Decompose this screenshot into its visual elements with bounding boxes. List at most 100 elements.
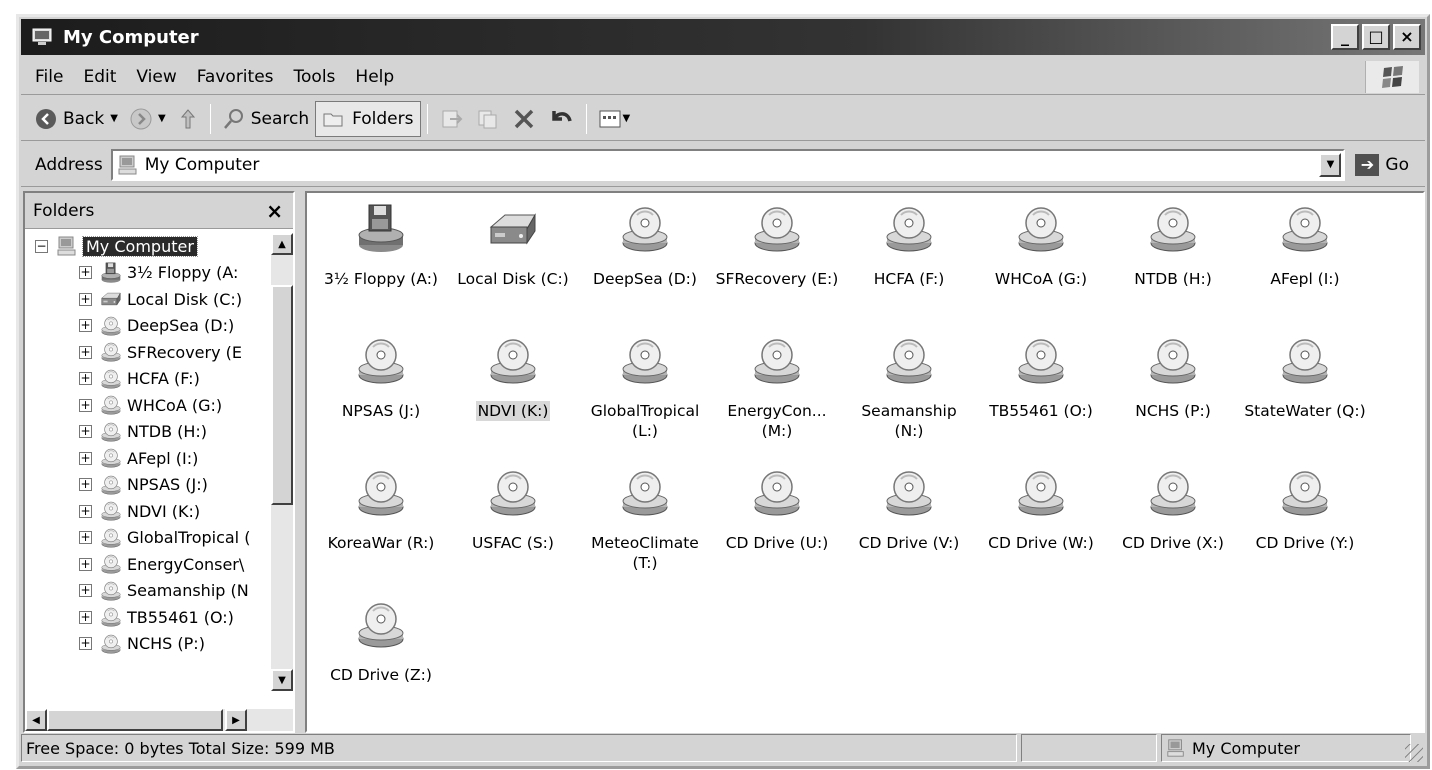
drive-item[interactable]: USFAC (S:) <box>447 463 579 595</box>
close-button[interactable]: × <box>1393 24 1421 50</box>
menu-edit[interactable]: Edit <box>73 67 126 87</box>
tree-item[interactable]: + DeepSea (D:) <box>25 313 273 340</box>
expand-icon[interactable]: + <box>79 557 92 571</box>
forward-button[interactable]: ▼ <box>124 101 172 137</box>
search-button[interactable]: Search <box>217 101 315 137</box>
back-button[interactable]: Back ▼ <box>29 101 124 137</box>
tree-item[interactable]: + Seamanship (N <box>25 578 273 605</box>
drive-item[interactable]: NPSAS (J:) <box>315 331 447 463</box>
address-dropdown-button[interactable]: ▼ <box>1319 152 1342 177</box>
drive-item[interactable]: CD Drive (W:) <box>975 463 1107 595</box>
folder-tree-horizontal-scrollbar[interactable]: ◀ ▶ <box>25 709 293 731</box>
tree-item-label: NDVI (K:) <box>127 501 201 521</box>
go-button[interactable]: ➔ Go <box>1355 153 1409 176</box>
tree-item-root[interactable]: − My Computer <box>25 233 273 260</box>
collapse-icon[interactable]: − <box>35 239 48 253</box>
expand-icon[interactable]: + <box>79 584 92 598</box>
drive-item[interactable]: Seamanship (N:) <box>843 331 975 463</box>
folders-button[interactable]: Folders <box>315 100 421 137</box>
move-to-button[interactable] <box>434 101 470 137</box>
address-field[interactable]: My Computer ▼ <box>110 148 1346 181</box>
drive-item[interactable]: DeepSea (D:) <box>579 199 711 331</box>
tree-item[interactable]: + SFRecovery (E <box>25 339 273 366</box>
expand-icon[interactable]: + <box>79 504 92 518</box>
scroll-up-button[interactable]: ▲ <box>271 233 293 255</box>
tree-item[interactable]: + NTDB (H:) <box>25 419 273 446</box>
tree-item[interactable]: + Local Disk (C:) <box>25 286 273 313</box>
expand-icon[interactable]: + <box>79 292 92 306</box>
drive-item[interactable]: KoreaWar (R:) <box>315 463 447 595</box>
drive-item[interactable]: CD Drive (Y:) <box>1239 463 1371 595</box>
drive-item[interactable]: StateWater (Q:) <box>1239 331 1371 463</box>
tree-item[interactable]: + AFepl (I:) <box>25 445 273 472</box>
scroll-right-button[interactable]: ▶ <box>225 709 247 731</box>
drive-label: AFepl (I:) <box>1270 270 1340 288</box>
tree-item[interactable]: + NPSAS (J:) <box>25 472 273 499</box>
cd-drive-icon <box>355 467 407 519</box>
drive-item[interactable]: HCFA (F:) <box>843 199 975 331</box>
tree-item[interactable]: + NCHS (P:) <box>25 631 273 658</box>
views-dropdown-icon[interactable]: ▼ <box>623 113 631 124</box>
drive-item[interactable]: MeteoClimate (T:) <box>579 463 711 595</box>
tree-item[interactable]: + TB55461 (O:) <box>25 604 273 631</box>
drive-item[interactable]: CD Drive (U:) <box>711 463 843 595</box>
drive-item[interactable]: Local Disk (C:) <box>447 199 579 331</box>
expand-icon[interactable]: + <box>79 319 92 333</box>
tree-item[interactable]: +3½ Floppy (A: <box>25 260 273 287</box>
menu-help[interactable]: Help <box>345 67 404 87</box>
back-dropdown-icon[interactable]: ▼ <box>110 113 118 124</box>
minimize-button[interactable]: _ <box>1331 24 1359 50</box>
expand-icon[interactable]: + <box>79 372 92 386</box>
drive-item[interactable]: NDVI (K:) <box>447 331 579 463</box>
menu-file[interactable]: File <box>21 67 73 87</box>
drive-item[interactable]: NTDB (H:) <box>1107 199 1239 331</box>
expand-icon[interactable]: + <box>79 451 92 465</box>
tree-item[interactable]: + GlobalTropical ( <box>25 525 273 552</box>
resize-grip[interactable] <box>1405 744 1423 762</box>
expand-icon[interactable]: + <box>79 345 92 359</box>
drive-item[interactable]: CD Drive (X:) <box>1107 463 1239 595</box>
views-button[interactable]: ▼ <box>593 101 637 137</box>
expand-icon[interactable]: + <box>79 531 92 545</box>
drive-item[interactable]: 3½ Floppy (A:) <box>315 199 447 331</box>
folder-tree-vertical-scrollbar[interactable]: ▲ ▼ <box>271 233 293 691</box>
up-folder-button[interactable] <box>172 101 204 137</box>
title-bar[interactable]: My Computer _ □ × <box>21 19 1425 55</box>
drive-item[interactable]: CD Drive (Z:) <box>315 595 447 727</box>
cd-drive-icon <box>1279 203 1331 255</box>
expand-icon[interactable]: + <box>79 425 92 439</box>
expand-icon[interactable]: + <box>79 637 92 651</box>
delete-button[interactable] <box>506 101 542 137</box>
tree-item[interactable]: + HCFA (F:) <box>25 366 273 393</box>
expand-icon[interactable]: + <box>79 266 92 280</box>
expand-icon[interactable]: + <box>79 398 92 412</box>
toolbar-separator <box>585 103 587 134</box>
menu-view[interactable]: View <box>126 67 186 87</box>
copy-to-button[interactable] <box>470 101 506 137</box>
drive-item[interactable]: EnergyCon... (M:) <box>711 331 843 463</box>
drive-item[interactable]: NCHS (P:) <box>1107 331 1239 463</box>
tree-item[interactable]: + EnergyConser\ <box>25 551 273 578</box>
drive-label: HCFA (F:) <box>873 270 945 288</box>
menu-tools[interactable]: Tools <box>284 67 346 87</box>
scroll-down-button[interactable]: ▼ <box>271 669 293 691</box>
expand-icon[interactable]: + <box>79 610 92 624</box>
folders-pane-close-button[interactable]: × <box>266 199 283 223</box>
menu-favorites[interactable]: Favorites <box>187 67 284 87</box>
forward-dropdown-icon[interactable]: ▼ <box>158 113 166 124</box>
scroll-left-button[interactable]: ◀ <box>25 709 47 731</box>
scroll-thumb[interactable] <box>271 285 293 505</box>
cd-drive-icon <box>619 335 671 387</box>
drive-item[interactable]: SFRecovery (E:) <box>711 199 843 331</box>
drive-item[interactable]: TB55461 (O:) <box>975 331 1107 463</box>
drive-item[interactable]: CD Drive (V:) <box>843 463 975 595</box>
maximize-button[interactable]: □ <box>1362 24 1390 50</box>
horizontal-scroll-thumb[interactable] <box>47 709 223 731</box>
undo-button[interactable] <box>542 101 580 137</box>
tree-item[interactable]: + NDVI (K:) <box>25 498 273 525</box>
expand-icon[interactable]: + <box>79 478 92 492</box>
drive-item[interactable]: AFepl (I:) <box>1239 199 1371 331</box>
drive-item[interactable]: WHCoA (G:) <box>975 199 1107 331</box>
drive-item[interactable]: GlobalTropical (L:) <box>579 331 711 463</box>
tree-item[interactable]: + WHCoA (G:) <box>25 392 273 419</box>
